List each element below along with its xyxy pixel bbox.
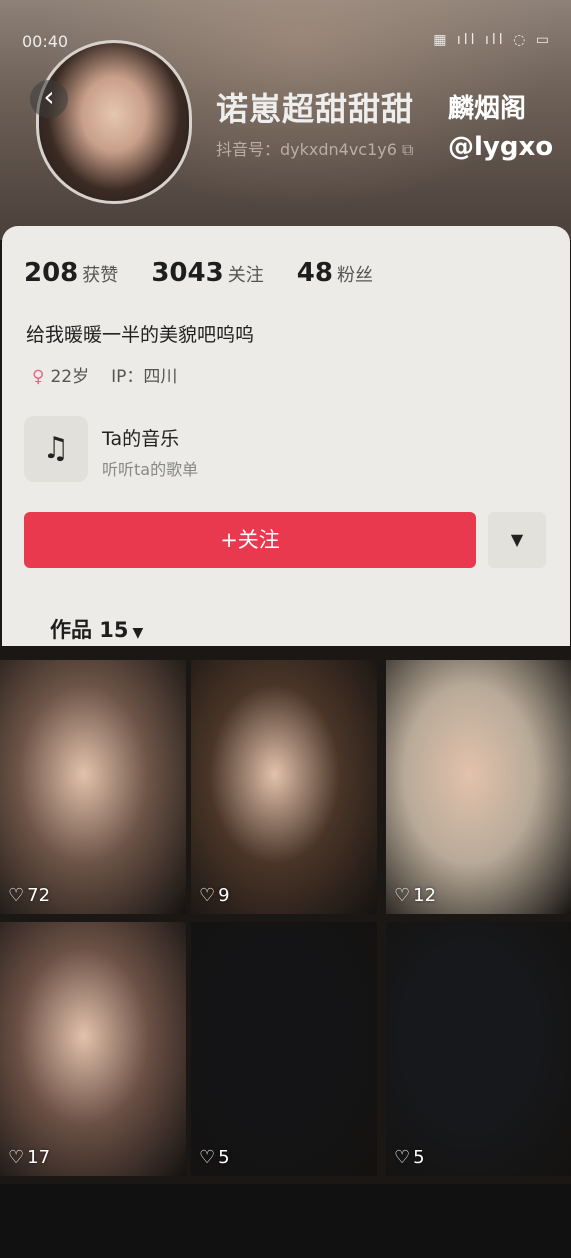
like-count-value: 9 xyxy=(218,885,230,906)
stats-row: 208 获赞 3043 关注 48 粉丝 xyxy=(24,258,397,294)
heart-icon: ♡ xyxy=(199,885,216,906)
follow-button[interactable]: +关注 xyxy=(24,512,476,568)
watermark-handle: @lygxo xyxy=(448,132,554,162)
username: 诺崽超甜甜甜 xyxy=(216,90,415,128)
post-thumbnail[interactable]: ♡ 5 xyxy=(191,922,377,1176)
music-entry[interactable]: ♫ Ta的音乐 听听ta的歌单 xyxy=(24,416,544,488)
status-icons: ▦ ıll ıll ◌ ▭ xyxy=(433,32,552,48)
tab-works-label: 作品 15 xyxy=(50,618,129,642)
chevron-left-icon: ‹ xyxy=(43,80,55,113)
stat-followers-value: 48 xyxy=(296,258,333,288)
stat-likes-label: 获赞 xyxy=(82,265,119,286)
ip-location: IP：四川 xyxy=(111,367,178,387)
post-thumbnail[interactable]: ♡ 9 xyxy=(191,660,377,914)
heart-icon: ♡ xyxy=(199,1147,216,1168)
avatar[interactable] xyxy=(36,40,192,204)
stat-likes-value: 208 xyxy=(24,258,79,288)
like-count-value: 12 xyxy=(413,885,437,906)
like-count-value: 72 xyxy=(27,885,51,906)
post-like-count: ♡ 5 xyxy=(199,1147,230,1168)
stat-followers-label: 粉丝 xyxy=(336,265,373,286)
post-like-count: ♡ 72 xyxy=(8,885,50,906)
stat-following[interactable]: 3043 关注 xyxy=(151,258,263,288)
like-count-value: 5 xyxy=(218,1147,230,1168)
post-thumbnail[interactable]: ♡ 12 xyxy=(386,660,571,914)
posts-grid: ♡ 72 ♡ 9 ♡ 12 ♡ 17 ♡ 5 ♡ 5 xyxy=(0,660,571,1184)
post-like-count: ♡ 5 xyxy=(394,1147,425,1168)
music-title: Ta的音乐 xyxy=(102,428,180,450)
caret-down-icon: ▼ xyxy=(132,625,144,641)
back-button[interactable]: ‹ xyxy=(30,80,68,118)
post-thumbnail[interactable]: ♡ 5 xyxy=(386,922,571,1176)
caret-down-icon: ▼ xyxy=(510,530,524,549)
profile-meta: ♀ 22岁 IP：四川 xyxy=(32,362,177,387)
post-thumbnail[interactable]: ♡ 17 xyxy=(0,922,186,1176)
music-subtitle: 听听ta的歌单 xyxy=(102,460,199,479)
heart-icon: ♡ xyxy=(8,1147,25,1168)
post-like-count: ♡ 9 xyxy=(199,885,230,906)
music-note-icon: ♫ xyxy=(24,416,88,482)
age-label: 22岁 xyxy=(50,367,90,387)
status-time: 00:40 xyxy=(22,32,69,51)
heart-icon: ♡ xyxy=(394,885,411,906)
stat-following-value: 3043 xyxy=(151,258,224,288)
female-gender-icon: ♀ xyxy=(32,367,45,387)
heart-icon: ♡ xyxy=(394,1147,411,1168)
douyin-id[interactable]: 抖音号：dykxdn4vc1y6 ⧉ xyxy=(216,136,413,160)
post-thumbnail[interactable]: ♡ 72 xyxy=(0,660,186,914)
bio-text: 给我暖暖一半的美貌吧呜呜 xyxy=(26,324,255,346)
tab-works[interactable]: 作品 15 ▼ xyxy=(50,614,143,644)
watermark-title: 麟烟阁 xyxy=(448,94,527,124)
bottom-area xyxy=(0,1184,571,1258)
like-count-value: 17 xyxy=(27,1147,51,1168)
heart-icon: ♡ xyxy=(8,885,25,906)
post-like-count: ♡ 17 xyxy=(8,1147,50,1168)
like-count-value: 5 xyxy=(413,1147,425,1168)
stat-likes[interactable]: 208 获赞 xyxy=(24,258,118,288)
more-options-button[interactable]: ▼ xyxy=(488,512,546,568)
stat-following-label: 关注 xyxy=(227,265,264,286)
stat-followers[interactable]: 48 粉丝 xyxy=(297,258,373,288)
post-like-count: ♡ 12 xyxy=(394,885,436,906)
